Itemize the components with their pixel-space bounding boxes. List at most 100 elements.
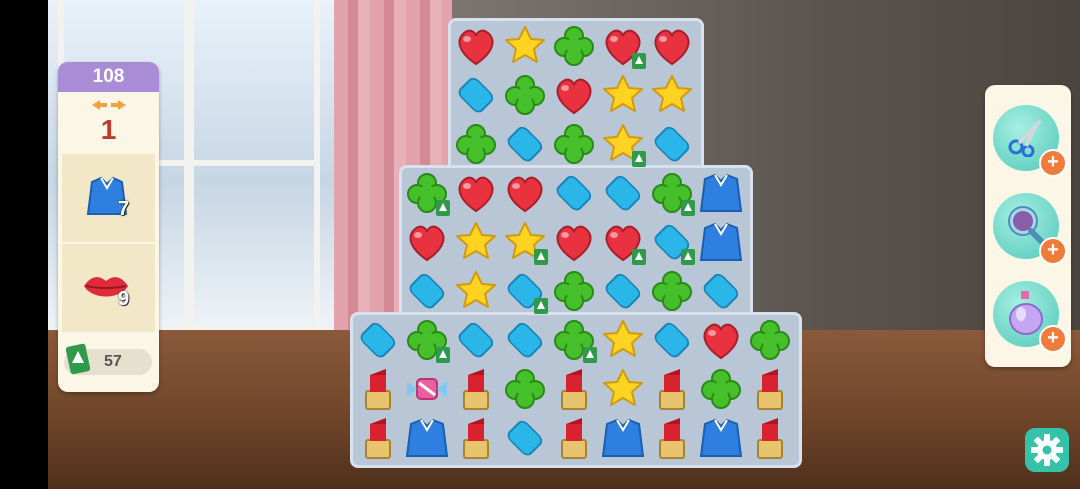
add-perfume-button[interactable]: +	[1039, 325, 1067, 353]
heart-icon	[556, 225, 592, 262]
tree-ticket-icon	[632, 249, 646, 265]
tile-diamond[interactable]	[501, 120, 549, 168]
tile-star[interactable]	[501, 22, 549, 70]
tile-clover[interactable]	[746, 316, 794, 364]
tile-lipstick[interactable]	[354, 365, 402, 413]
tile-shirt[interactable]	[697, 414, 745, 462]
tile-diamond[interactable]	[452, 71, 500, 119]
tile-lipstick[interactable]	[550, 414, 598, 462]
tile-clover[interactable]	[501, 71, 549, 119]
heart-icon	[654, 29, 690, 66]
clover-icon	[505, 75, 545, 115]
scissors-icon	[1008, 119, 1042, 157]
tile-heart[interactable]	[648, 22, 696, 70]
booster-panel: + + +	[985, 85, 1071, 367]
tile-heart[interactable]	[452, 22, 500, 70]
tile-diamond[interactable]	[403, 267, 451, 315]
currency-counter: 57	[64, 343, 152, 375]
tile-star[interactable]	[452, 218, 500, 266]
tile-diamond[interactable]	[599, 169, 647, 217]
tile-star[interactable]	[501, 218, 549, 266]
tile-lipstick[interactable]	[746, 414, 794, 462]
diamond-icon	[654, 126, 690, 162]
tile-heart[interactable]	[501, 169, 549, 217]
goal-panel: 108 1 7 9 57	[58, 62, 159, 392]
tile-lipstick[interactable]	[648, 414, 696, 462]
tile-clover[interactable]	[550, 316, 598, 364]
tile-star[interactable]	[599, 365, 647, 413]
perfume-booster-button[interactable]: +	[993, 281, 1067, 353]
settings-button[interactable]	[1025, 428, 1069, 472]
tile-shirt[interactable]	[403, 414, 451, 462]
shirt-icon	[405, 418, 449, 457]
diamond-icon	[360, 322, 396, 358]
tile-lipstick[interactable]	[746, 365, 794, 413]
diamond-icon	[507, 420, 543, 456]
tile-heart[interactable]	[599, 22, 647, 70]
tile-diamond[interactable]	[648, 218, 696, 266]
tile-clover[interactable]	[697, 365, 745, 413]
tile-diamond[interactable]	[648, 120, 696, 168]
tile-clover[interactable]	[550, 120, 598, 168]
tile-clover[interactable]	[550, 22, 598, 70]
scissors-booster-button[interactable]: +	[993, 105, 1067, 177]
add-scissors-button[interactable]: +	[1039, 149, 1067, 177]
tile-lipstick[interactable]	[354, 414, 402, 462]
clover-icon	[750, 320, 790, 360]
tile-clover[interactable]	[550, 267, 598, 315]
tile-clover[interactable]	[501, 365, 549, 413]
tile-lipstick[interactable]	[452, 365, 500, 413]
gear-icon	[1031, 434, 1063, 466]
heart-icon	[507, 176, 543, 213]
tile-diamond[interactable]	[648, 316, 696, 364]
star-icon	[652, 75, 692, 112]
tile-star[interactable]	[599, 71, 647, 119]
tile-diamond[interactable]	[354, 316, 402, 364]
tile-heart[interactable]	[697, 316, 745, 364]
hairbrush-booster-button[interactable]: +	[993, 193, 1067, 265]
tile-clover[interactable]	[648, 267, 696, 315]
tree-ticket-icon	[632, 53, 646, 69]
add-hairbrush-button[interactable]: +	[1039, 237, 1067, 265]
tile-clover[interactable]	[452, 120, 500, 168]
diamond-icon	[458, 322, 494, 358]
star-icon	[603, 75, 643, 112]
moves-count: 1	[100, 114, 117, 145]
tile-diamond[interactable]	[452, 316, 500, 364]
shirt-icon	[699, 222, 743, 261]
tile-star[interactable]	[599, 120, 647, 168]
tile-heart[interactable]	[550, 71, 598, 119]
tile-clover[interactable]	[648, 169, 696, 217]
tile-diamond[interactable]	[501, 316, 549, 364]
tile-diamond[interactable]	[550, 169, 598, 217]
shirt-icon	[699, 418, 743, 457]
tile-diamond[interactable]	[501, 267, 549, 315]
tile-shirt[interactable]	[697, 169, 745, 217]
tile-star[interactable]	[452, 267, 500, 315]
tile-diamond[interactable]	[599, 267, 647, 315]
tile-lipstick[interactable]	[550, 365, 598, 413]
tree-ticket-icon	[681, 200, 695, 216]
tile-clover[interactable]	[403, 169, 451, 217]
tile-heart[interactable]	[550, 218, 598, 266]
tile-shirt[interactable]	[697, 218, 745, 266]
tree-ticket-icon	[583, 347, 597, 363]
star-icon	[456, 222, 496, 259]
tile-heart[interactable]	[599, 218, 647, 266]
tile-candy[interactable]	[403, 365, 451, 413]
lipstick-icon	[365, 418, 391, 459]
shirt-icon	[699, 173, 743, 212]
tile-lipstick[interactable]	[452, 414, 500, 462]
tile-diamond[interactable]	[501, 414, 549, 462]
tile-diamond[interactable]	[697, 267, 745, 315]
tile-lipstick[interactable]	[648, 365, 696, 413]
tile-clover[interactable]	[403, 316, 451, 364]
heart-icon	[556, 78, 592, 115]
heart-icon	[458, 176, 494, 213]
tile-star[interactable]	[648, 71, 696, 119]
tile-star[interactable]	[599, 316, 647, 364]
star-icon	[456, 271, 496, 308]
tile-shirt[interactable]	[599, 414, 647, 462]
tile-heart[interactable]	[403, 218, 451, 266]
tile-heart[interactable]	[452, 169, 500, 217]
